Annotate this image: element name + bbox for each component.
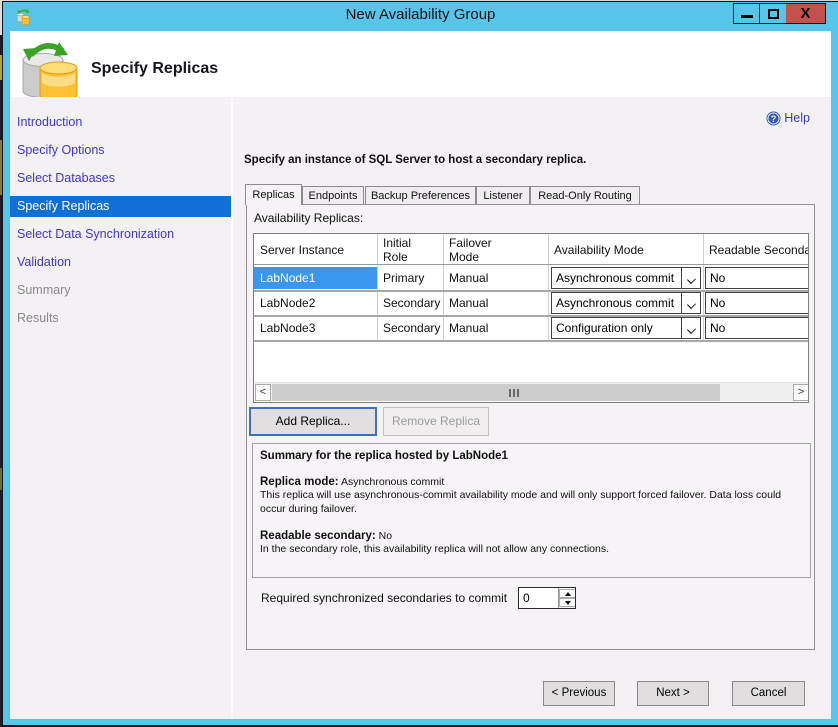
svg-text:?: ? xyxy=(771,114,777,124)
